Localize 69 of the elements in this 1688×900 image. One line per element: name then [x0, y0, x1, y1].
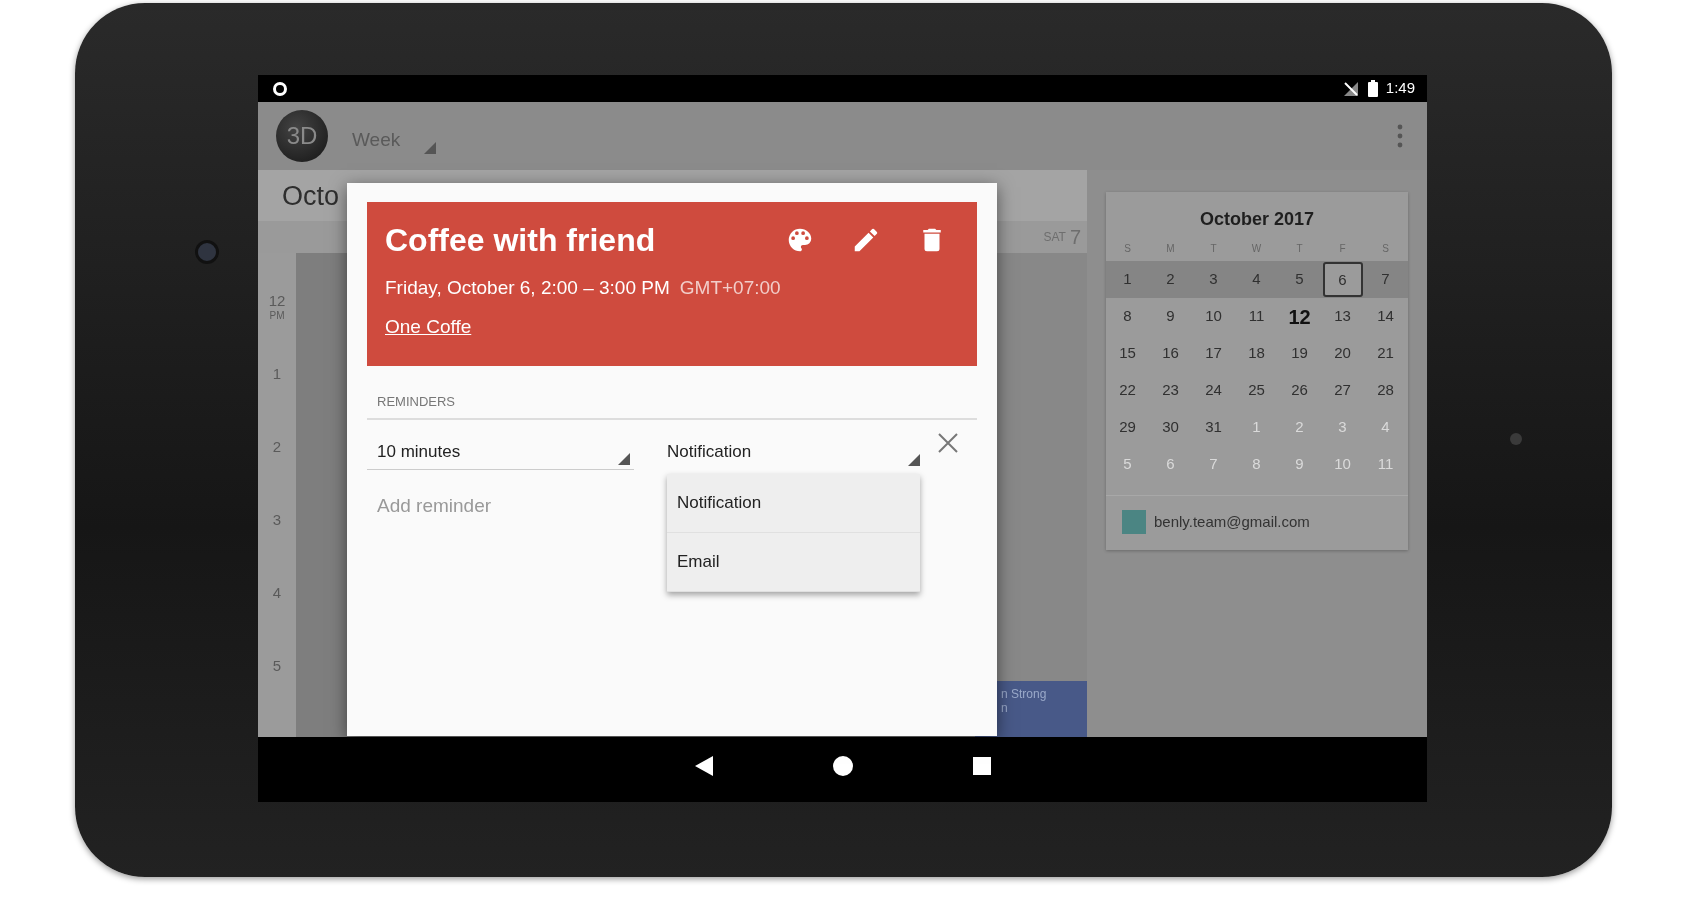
calendar-day[interactable]: 10	[1205, 305, 1222, 328]
account-email: benly.team@gmail.com	[1154, 511, 1310, 532]
calendar-day[interactable]: 26	[1291, 379, 1308, 402]
calendar-day[interactable]: 22	[1119, 379, 1136, 402]
dropdown-corner-icon	[908, 453, 920, 466]
back-icon[interactable]	[694, 755, 713, 776]
calendar-day[interactable]: 27	[1334, 379, 1351, 402]
more-options-icon[interactable]	[1397, 124, 1403, 148]
calendar-day[interactable]: 14	[1377, 305, 1394, 328]
location-link[interactable]: One Coffe	[385, 312, 472, 341]
calendar-day[interactable]: 13	[1334, 305, 1351, 328]
dropdown-corner-icon	[618, 452, 630, 465]
add-reminder-link[interactable]: Add reminder	[377, 491, 492, 520]
menu-item[interactable]: Notification	[667, 474, 920, 533]
event-title: n Strong	[1001, 687, 1048, 702]
calendar-day[interactable]: 30	[1162, 416, 1179, 439]
period-label: PM	[268, 309, 286, 321]
avatar[interactable]: 3D	[276, 110, 328, 162]
event-title: n	[1001, 701, 1009, 716]
hour-label: 1	[271, 366, 283, 383]
calendar-day[interactable]: 4	[1252, 268, 1261, 291]
reminder-time-dropdown[interactable]: 10 minutes	[367, 425, 634, 470]
hour-label: 3	[271, 512, 283, 529]
calendar-day[interactable]: 18	[1248, 342, 1265, 365]
calendar-day[interactable]: 7	[1381, 268, 1390, 291]
event-title: Coffee with friend	[385, 221, 656, 260]
recents-icon[interactable]	[972, 756, 991, 775]
clock-time: 1:49	[1385, 78, 1415, 99]
month-label: Octo	[282, 181, 340, 211]
calendar-day[interactable]: 12	[1288, 301, 1311, 332]
calendar-day[interactable]: 17	[1205, 342, 1222, 365]
camera-lens	[195, 240, 219, 264]
calendar-day[interactable]: 20	[1334, 342, 1351, 365]
menu-item[interactable]: Email	[667, 533, 920, 592]
calendar-day[interactable]: 3	[1209, 268, 1218, 291]
calendar-day[interactable]: 23	[1162, 379, 1179, 402]
calendar-day[interactable]: 31	[1205, 416, 1222, 439]
hour-label: 2	[271, 439, 283, 456]
timezone-label: GMT+07:00	[679, 277, 781, 298]
close-icon[interactable]	[937, 431, 959, 454]
calendar-day[interactable]: 6	[1322, 262, 1363, 297]
calendar-day[interactable]: 19	[1291, 342, 1308, 365]
calendar-color-swatch[interactable]	[1122, 510, 1146, 534]
event-time: Friday, October 6, 2:00 – 3:00 PM	[385, 277, 670, 298]
sensor-dot	[1510, 433, 1522, 445]
calendar-day[interactable]: 29	[1119, 416, 1136, 439]
battery-icon	[1367, 80, 1378, 97]
hour-label: 5	[271, 658, 283, 675]
dropdown-corner-icon[interactable]	[424, 142, 437, 155]
section-label: REMINDERS	[377, 393, 456, 411]
calendar-day[interactable]: 5	[1295, 268, 1304, 291]
calendar-day[interactable]: 15	[1119, 342, 1136, 365]
signal-icon	[1341, 80, 1360, 97]
reminder-method-dropdown[interactable]: Notification	[657, 425, 924, 470]
calendar-day[interactable]: 24	[1205, 379, 1222, 402]
calendar-day[interactable]: 21	[1377, 342, 1394, 365]
hour-label: 4	[271, 585, 283, 602]
calendar-day[interactable]: 28	[1377, 379, 1394, 402]
month-title: October 2017	[1199, 209, 1315, 229]
calendar-day[interactable]: 2	[1166, 268, 1175, 291]
calendar-day[interactable]: 25	[1248, 379, 1265, 402]
hour-label: 12	[267, 293, 287, 310]
calendar-day[interactable]: 11	[1248, 305, 1265, 328]
ring-icon	[272, 80, 288, 97]
calendar-day[interactable]: 1	[1123, 268, 1132, 291]
calendar-day[interactable]: 8	[1123, 305, 1132, 328]
calendar-day[interactable]: 16	[1162, 342, 1179, 365]
home-icon[interactable]	[832, 755, 853, 776]
calendar-day[interactable]: 9	[1166, 305, 1175, 328]
